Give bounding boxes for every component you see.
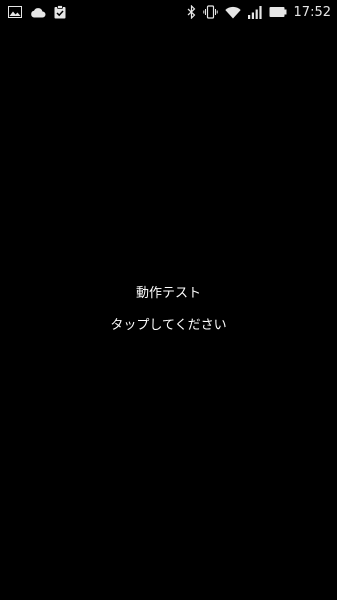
system-icons: 17:52	[180, 5, 331, 20]
battery-icon	[269, 6, 287, 18]
center-message: 動作テスト タップしてください	[0, 286, 337, 334]
status-clock: 17:52	[293, 4, 331, 20]
image-icon	[8, 6, 22, 18]
vibrate-icon	[202, 5, 218, 19]
page-title: 動作テスト	[135, 286, 201, 301]
signal-icon	[247, 5, 262, 19]
notification-icons	[8, 5, 74, 19]
bluetooth-icon	[187, 5, 196, 19]
tap-test-screen[interactable]: 17:52 動作テスト タップしてください	[0, 0, 337, 600]
wifi-icon	[224, 6, 241, 19]
tap-instruction: タップしてください	[110, 318, 227, 333]
status-bar: 17:52	[0, 0, 337, 24]
cloud-icon	[30, 7, 46, 18]
clipboard-check-icon	[54, 5, 66, 19]
